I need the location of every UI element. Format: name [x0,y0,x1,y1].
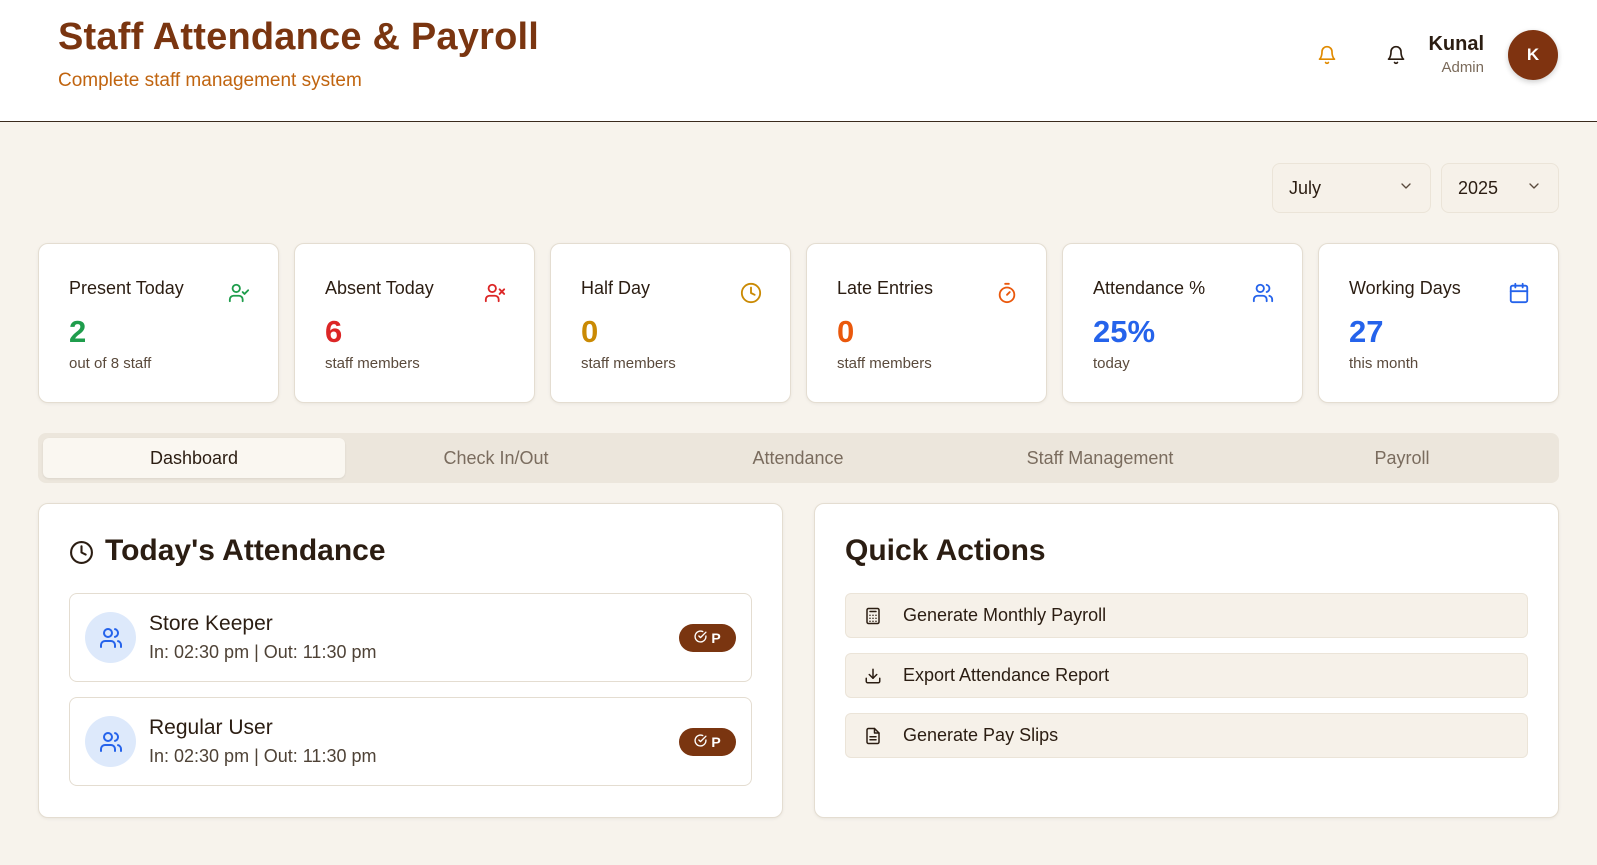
staff-time: In: 02:30 pm | Out: 11:30 pm [149,746,377,766]
stat-card-present: Present Today 2 out of 8 staff [38,243,279,403]
status-badge: P [679,728,736,756]
stat-label: Absent Today [325,278,434,298]
clock-icon [740,282,762,304]
export-attendance-button[interactable]: Export Attendance Report [845,653,1528,698]
chevron-down-icon [1398,178,1414,199]
year-select[interactable]: 2025 [1441,163,1559,213]
stat-sub: out of 8 staff [69,355,152,372]
clock-icon [69,540,94,565]
stat-card-late: Late Entries 0 staff members [806,243,1047,403]
stat-card-attendance: Attendance % 25% today [1062,243,1303,403]
check-circle-icon [694,630,707,646]
users-icon [85,716,136,767]
stat-value: 6 [325,314,343,349]
stat-value: 27 [1349,314,1384,349]
quick-actions-panel: Quick Actions Generate Monthly Payroll E… [814,503,1559,818]
stat-label: Working Days [1349,278,1461,298]
month-select[interactable]: July [1272,163,1431,213]
generate-pay-slips-button[interactable]: Generate Pay Slips [845,713,1528,758]
chevron-down-icon [1526,178,1542,199]
stat-value: 0 [837,314,855,349]
stat-sub: staff members [581,355,676,372]
stat-label: Attendance % [1093,278,1206,298]
panel-title: Today's Attendance [105,534,386,567]
stat-sub: staff members [837,355,932,372]
staff-name: Regular User [149,716,273,739]
stat-label: Late Entries [837,278,934,298]
file-text-icon [863,726,883,746]
tab-bar: Dashboard Check In/Out Attendance Staff … [38,433,1559,483]
tab-staff-management[interactable]: Staff Management [949,438,1251,478]
download-icon [863,666,883,686]
list-item[interactable]: Regular User In: 02:30 pm | Out: 11:30 p… [69,697,752,786]
user-info: Kunal Admin [1428,33,1484,76]
status-label: P [711,630,721,646]
stat-value: 2 [69,314,87,349]
year-select-value: 2025 [1458,177,1499,198]
timer-icon [996,282,1018,304]
avatar[interactable]: K [1508,30,1558,80]
month-select-value: July [1289,177,1322,198]
stat-sub: staff members [325,355,420,372]
check-circle-icon [694,734,707,750]
calendar-icon [1508,282,1530,304]
stat-label: Present Today [69,278,184,298]
stat-card-half-day: Half Day 0 staff members [550,243,791,403]
tab-attendance[interactable]: Attendance [647,438,949,478]
status-badge: P [679,624,736,652]
tab-check-in-out[interactable]: Check In/Out [345,438,647,478]
action-label: Export Attendance Report [903,665,1110,685]
stat-card-absent: Absent Today 6 staff members [294,243,535,403]
todays-attendance-panel: Today's Attendance Store Keeper In: 02:3… [38,503,783,818]
page-title: Staff Attendance & Payroll [58,16,539,58]
bell-icon[interactable] [1314,42,1340,68]
page-subtitle: Complete staff management system [58,70,362,91]
stat-card-working-days: Working Days 27 this month [1318,243,1559,403]
notifications-icon[interactable] [1383,42,1409,68]
app-header: Staff Attendance & Payroll Complete staf… [0,0,1597,122]
stat-value: 0 [581,314,599,349]
tab-payroll[interactable]: Payroll [1251,438,1553,478]
user-x-icon [484,282,506,304]
stat-sub: today [1093,355,1130,372]
staff-name: Store Keeper [149,612,273,635]
user-role: Admin [1441,59,1484,76]
stat-sub: this month [1349,355,1419,372]
users-icon [85,612,136,663]
user-name: Kunal [1428,33,1484,55]
status-label: P [711,734,721,750]
stat-label: Half Day [581,278,651,298]
generate-payroll-button[interactable]: Generate Monthly Payroll [845,593,1528,638]
panel-title: Quick Actions [845,534,1046,567]
user-check-icon [228,282,250,304]
calculator-icon [863,606,883,626]
action-label: Generate Monthly Payroll [903,605,1107,625]
staff-time: In: 02:30 pm | Out: 11:30 pm [149,642,377,662]
users-icon [1252,282,1274,304]
list-item[interactable]: Store Keeper In: 02:30 pm | Out: 11:30 p… [69,593,752,682]
action-label: Generate Pay Slips [903,725,1059,745]
tab-dashboard[interactable]: Dashboard [43,438,345,478]
stat-value: 25% [1093,314,1156,349]
